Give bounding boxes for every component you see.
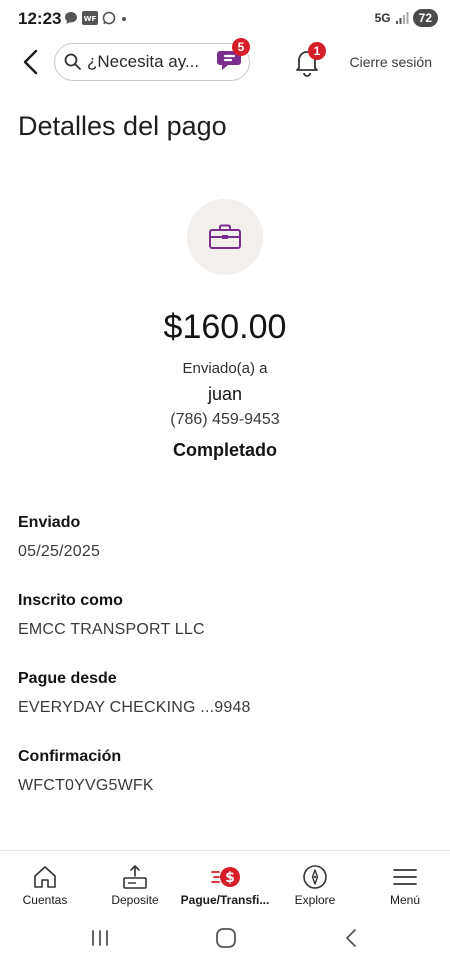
detail-enrolled-as: Inscrito como EMCC TRANSPORT LLC — [18, 592, 205, 639]
nav-label: Deposite — [111, 893, 159, 907]
home-icon — [216, 928, 236, 948]
menu-icon — [393, 869, 417, 885]
page-title: Detalles del pago — [18, 111, 227, 141]
detail-label: Enviado — [18, 514, 81, 531]
bottom-navigation: Cuentas Deposite $ Pague/Transfi... Expl… — [0, 850, 450, 912]
network-label: 5G — [374, 11, 391, 25]
deposit-icon — [123, 865, 147, 889]
chat-bubble-icon — [65, 12, 77, 24]
back-arrow-icon — [346, 929, 356, 947]
search-icon — [64, 53, 81, 70]
notifications-badge: 1 — [308, 42, 326, 60]
detail-value: 05/25/2025 — [18, 543, 101, 560]
back-button[interactable] — [18, 46, 46, 78]
nav-item-menu[interactable]: Menú — [360, 851, 450, 913]
nav-label: Cuentas — [22, 893, 68, 907]
recent-apps-icon — [92, 930, 108, 946]
nav-item-deposite[interactable]: Deposite — [90, 851, 180, 913]
signal-icon — [395, 12, 409, 24]
detail-value: EVERYDAY CHECKING ...9948 — [18, 699, 251, 716]
briefcase-icon — [209, 224, 241, 249]
notification-icons: WF — [64, 11, 128, 25]
detail-label: Confirmación — [18, 748, 122, 765]
detail-value: EMCC TRANSPORT LLC — [18, 621, 205, 638]
battery-indicator: 72 — [412, 9, 438, 27]
recipient-phone: (786) 459-9453 — [170, 411, 280, 428]
fargo-badge: 5 — [232, 38, 250, 56]
status-time: 12:23 — [18, 9, 62, 28]
home-button[interactable] — [212, 926, 240, 950]
detail-value: WFCT0YVG5WFK — [18, 777, 154, 794]
payment-status: Completado — [172, 440, 277, 460]
nav-label: Menú — [389, 893, 421, 907]
svg-text:WF: WF — [84, 15, 97, 23]
system-status-icons: 5G 72 — [375, 9, 438, 27]
logout-link[interactable]: Cierre sesión — [350, 54, 432, 70]
search-placeholder: ¿Necesita ay... — [87, 52, 200, 71]
nav-item-cuentas[interactable]: Cuentas — [0, 851, 90, 913]
recent-apps-button[interactable] — [86, 926, 114, 950]
compass-icon — [303, 865, 327, 889]
detail-label: Pague desde — [18, 670, 117, 687]
pay-transfer-icon: $ — [211, 867, 240, 887]
detail-pay-from: Pague desde EVERYDAY CHECKING ...9948 — [18, 670, 251, 717]
house-icon — [34, 866, 56, 888]
svg-text:$: $ — [225, 870, 235, 886]
nav-item-explore[interactable]: Explore — [270, 851, 360, 913]
recipient-name: juan — [207, 384, 243, 404]
nav-label: Explore — [294, 893, 336, 907]
wf-app-icon: WF — [82, 11, 98, 25]
system-navigation-bar — [0, 912, 450, 965]
payment-type-badge — [187, 199, 263, 275]
sent-to-label: Enviado(a) a — [182, 360, 268, 377]
nav-label: Pague/Transfi... — [180, 893, 270, 907]
status-bar: 12:23 WF 5G 72 — [0, 0, 450, 36]
nav-item-pague-transfiera[interactable]: $ Pague/Transfi... — [180, 851, 270, 913]
system-back-button[interactable] — [338, 926, 366, 950]
app-header: ¿Necesita ay... 5 1 Cierre sesión — [0, 38, 450, 84]
chevron-left-icon — [23, 49, 38, 75]
detail-label: Inscrito como — [18, 592, 123, 609]
dot-icon — [122, 17, 126, 21]
whatsapp-icon — [102, 11, 116, 25]
detail-sent-date: Enviado 05/25/2025 — [18, 514, 100, 561]
detail-confirmation: Confirmación WFCT0YVG5WFK — [18, 748, 154, 795]
payment-amount: $160.00 — [163, 308, 287, 346]
